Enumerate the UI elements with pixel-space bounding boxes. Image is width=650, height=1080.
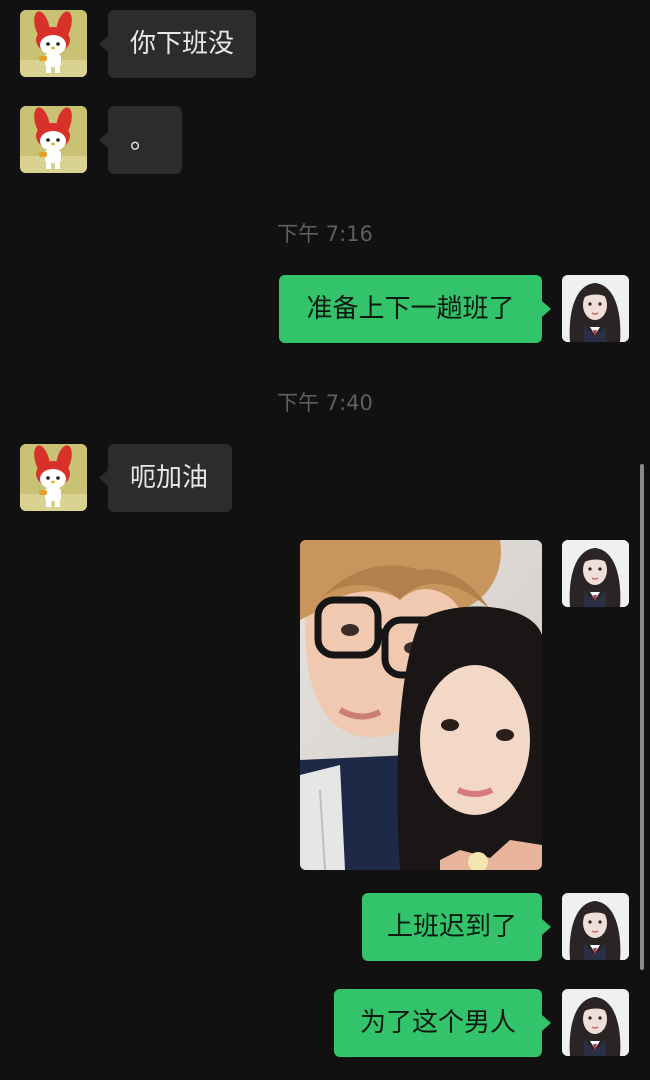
self-avatar-icon[interactable] <box>562 989 629 1056</box>
contact-avatar-icon[interactable] <box>20 10 87 77</box>
contact-avatar-icon[interactable] <box>20 444 87 511</box>
self-avatar-icon[interactable] <box>562 540 629 607</box>
incoming-message-bubble[interactable]: 呃加油 <box>108 444 232 512</box>
message-text: 。 <box>130 125 157 155</box>
outgoing-message-bubble[interactable]: 为了这个男人 <box>334 989 542 1057</box>
outgoing-message-bubble[interactable]: 准备上下一趟班了 <box>279 275 542 343</box>
message-text: 为了这个男人 <box>359 1008 516 1038</box>
timestamp: 下午 7:16 <box>277 222 373 246</box>
message-text: 呃加油 <box>130 463 209 493</box>
couple-photo <box>300 540 542 870</box>
bubble-tail <box>542 301 551 317</box>
outgoing-message-bubble[interactable]: 上班迟到了 <box>362 893 542 961</box>
bubble-tail <box>99 470 108 486</box>
message-text: 准备上下一趟班了 <box>306 294 515 324</box>
timestamp: 下午 7:40 <box>277 391 373 415</box>
photo-message[interactable] <box>300 540 542 870</box>
bubble-tail <box>99 132 108 148</box>
scrollbar[interactable] <box>640 464 644 970</box>
contact-avatar-icon[interactable] <box>20 106 87 173</box>
self-avatar-icon[interactable] <box>562 275 629 342</box>
bubble-tail <box>542 919 551 935</box>
bubble-tail <box>542 1015 551 1031</box>
self-avatar-icon[interactable] <box>562 893 629 960</box>
incoming-message-bubble[interactable]: 。 <box>108 106 182 174</box>
bubble-tail <box>99 36 108 52</box>
incoming-message-bubble[interactable]: 你下班没 <box>108 10 257 78</box>
message-text: 你下班没 <box>130 29 235 59</box>
message-text: 上班迟到了 <box>386 912 517 942</box>
